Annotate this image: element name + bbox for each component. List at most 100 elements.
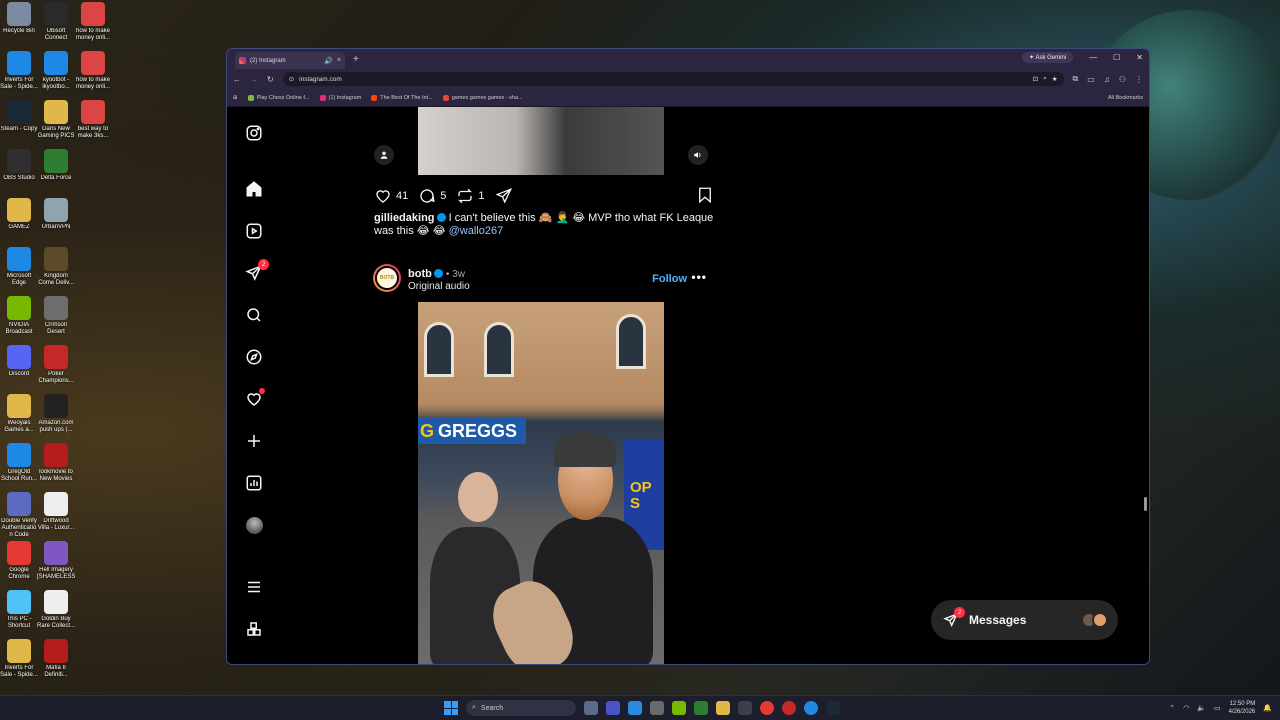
media-control-icon[interactable]: ♫ xyxy=(1104,75,1110,84)
desktop-icon[interactable]: Microsoft Edge xyxy=(0,247,38,287)
notifications-heart-icon[interactable] xyxy=(243,388,265,410)
post1-username[interactable]: gilliedaking xyxy=(374,212,435,224)
page-scrollbar[interactable] xyxy=(1144,497,1147,511)
extensions-icon[interactable]: ⧉ xyxy=(1073,74,1079,84)
post2-username[interactable]: botb xyxy=(408,268,432,280)
reels-icon[interactable] xyxy=(243,220,265,242)
chrome-icon[interactable] xyxy=(760,701,774,715)
maximize-icon[interactable]: ☐ xyxy=(1113,53,1120,62)
share-button[interactable] xyxy=(494,187,513,205)
url-omnibox[interactable]: ⊙ instagram.com ⊡ ⌕ ★ xyxy=(282,72,1064,86)
desktop-icon[interactable]: best way to make 3ks... xyxy=(74,100,112,140)
new-tab-button[interactable]: + xyxy=(353,54,359,65)
repost-button[interactable]: 1 xyxy=(456,187,485,205)
windows-start-icon[interactable] xyxy=(444,701,458,715)
follow-button[interactable]: Follow xyxy=(652,273,687,285)
desktop-icon[interactable]: Hell Imagery [SHAMELESS] xyxy=(37,541,75,581)
direct-messages-nav[interactable]: 2 xyxy=(243,259,269,284)
profile-icon[interactable]: ⚇ xyxy=(1119,75,1126,84)
home-icon[interactable] xyxy=(243,178,265,200)
close-window-icon[interactable]: ✕ xyxy=(1136,53,1143,62)
save-button[interactable] xyxy=(696,186,714,207)
instagram-logo-icon[interactable] xyxy=(243,122,265,144)
desktop-icon[interactable]: GAMEZ xyxy=(0,198,38,231)
desktop-icon[interactable]: Poker Champions... xyxy=(37,345,75,385)
desktop-icon[interactable]: kyootbot - lkyootbo... xyxy=(37,51,75,91)
volume-icon[interactable]: 🔈 xyxy=(1197,704,1206,712)
site-info-icon[interactable]: ⊙ xyxy=(289,75,294,83)
bookmark-item[interactable]: The Best Of The Int... xyxy=(371,94,433,101)
minimize-icon[interactable]: — xyxy=(1089,53,1097,62)
desktop-icon[interactable]: UrbanVPN xyxy=(37,198,75,231)
comment-button[interactable]: 5 xyxy=(418,187,446,205)
desktop-icon[interactable]: Recycle Bin xyxy=(0,2,38,35)
bookmark-item[interactable]: (1) Instagram xyxy=(319,94,361,101)
taskbar-search[interactable]: ⌕ Search xyxy=(466,700,576,716)
also-from-meta-icon[interactable] xyxy=(243,618,265,640)
desktop-icon[interactable]: GregOld School Run... xyxy=(0,443,38,483)
back-icon[interactable]: ← xyxy=(233,75,241,84)
desktop-icon[interactable]: Kingdom Come Deliv... xyxy=(37,247,75,287)
task-view-icon[interactable] xyxy=(584,701,598,715)
forward-icon[interactable]: → xyxy=(250,75,258,84)
settings-gear-icon[interactable] xyxy=(650,701,664,715)
app-icon[interactable] xyxy=(628,701,642,715)
speaker-icon[interactable]: 🔊 xyxy=(324,57,333,65)
desktop-icon[interactable]: Driftwood Villa - Luxur... xyxy=(37,492,75,532)
more-menu-icon[interactable] xyxy=(243,576,265,598)
desktop-icon[interactable]: how to make money onli... xyxy=(74,51,112,91)
desktop-icon[interactable]: Inverts For Sale - Spide... xyxy=(0,639,38,679)
desktop-icon[interactable]: how to make money onli... xyxy=(74,2,112,42)
desktop-icon[interactable]: Inverts For Sale - Spide... xyxy=(0,51,38,91)
edge-icon[interactable] xyxy=(804,701,818,715)
notification-center-icon[interactable]: 🔔 xyxy=(1263,704,1272,712)
desktop-icon[interactable]: Weoyals Games a... xyxy=(0,394,38,434)
tray-chevron-icon[interactable]: ⌃ xyxy=(1169,704,1175,712)
desktop-icon[interactable]: Google Chrome xyxy=(0,541,38,581)
like-button[interactable]: 41 xyxy=(374,187,408,205)
steam-icon[interactable] xyxy=(826,701,840,715)
more-options-icon[interactable]: ••• xyxy=(691,270,707,284)
bookmark-item[interactable]: Play Chess Online f... xyxy=(247,94,310,101)
create-plus-icon[interactable] xyxy=(243,430,265,452)
xbox-icon[interactable] xyxy=(694,701,708,715)
zoom-icon[interactable]: ⌕ xyxy=(1043,75,1047,83)
all-bookmarks-button[interactable]: All Bookmarks xyxy=(1108,95,1143,101)
post2-audio[interactable]: Original audio xyxy=(408,281,470,292)
post1-mention-link[interactable]: @wallo267 xyxy=(449,225,504,237)
desktop-icon[interactable]: Steam - Copy xyxy=(0,100,38,133)
nvidia-icon[interactable] xyxy=(672,701,686,715)
messages-button[interactable]: 2 Messages xyxy=(931,600,1118,640)
app-icon[interactable] xyxy=(782,701,796,715)
explore-icon[interactable] xyxy=(243,346,265,368)
desktop-icon[interactable]: NVIDIA Broadcast xyxy=(0,296,38,336)
search-icon[interactable] xyxy=(243,304,265,326)
post1-video[interactable] xyxy=(366,107,717,175)
battery-icon[interactable]: ▭ xyxy=(1214,704,1221,712)
bookmark-star-icon[interactable]: ★ xyxy=(1052,75,1058,83)
desktop-icon[interactable]: Delta Force xyxy=(37,149,75,182)
desktop-icon[interactable]: OBS Studio xyxy=(0,149,38,182)
desktop-icon[interactable]: Mafia II Definiti... xyxy=(37,639,75,679)
apps-grid-icon[interactable]: ⊞ xyxy=(233,95,238,101)
install-app-icon[interactable]: ⊡ xyxy=(1033,75,1038,83)
desktop-icon[interactable]: Double Verify Authenticatio n Code xyxy=(0,492,38,539)
app-icon[interactable] xyxy=(606,701,620,715)
desktop-icon[interactable]: Goldin Buy Rare Collect... xyxy=(37,590,75,630)
profile-avatar[interactable] xyxy=(243,514,265,536)
tab-close-icon[interactable]: × xyxy=(337,57,341,64)
desktop-icon[interactable]: Discord xyxy=(0,345,38,378)
wifi-icon[interactable]: ◠ xyxy=(1183,704,1189,712)
post2-video[interactable]: G GREGGS OP S xyxy=(366,302,717,664)
desktop-icon[interactable]: This PC - Shortcut xyxy=(0,590,38,630)
file-explorer-icon[interactable] xyxy=(716,701,730,715)
sidebar-icon[interactable]: ▭ xyxy=(1087,75,1095,84)
reload-icon[interactable]: ↻ xyxy=(267,75,274,84)
desktop-icon[interactable]: Amazon.com push ups (... xyxy=(37,394,75,434)
bookmark-item[interactable]: games games games - sha... xyxy=(442,94,523,101)
clock[interactable]: 12:50 PM 4/26/2026 xyxy=(1229,700,1256,716)
post2-avatar[interactable]: BOTB xyxy=(373,264,401,292)
menu-icon[interactable]: ⋮ xyxy=(1135,75,1143,84)
desktop-icon[interactable]: Crimson Desert xyxy=(37,296,75,336)
desktop-icon[interactable]: Dans New Gaming PICS xyxy=(37,100,75,140)
